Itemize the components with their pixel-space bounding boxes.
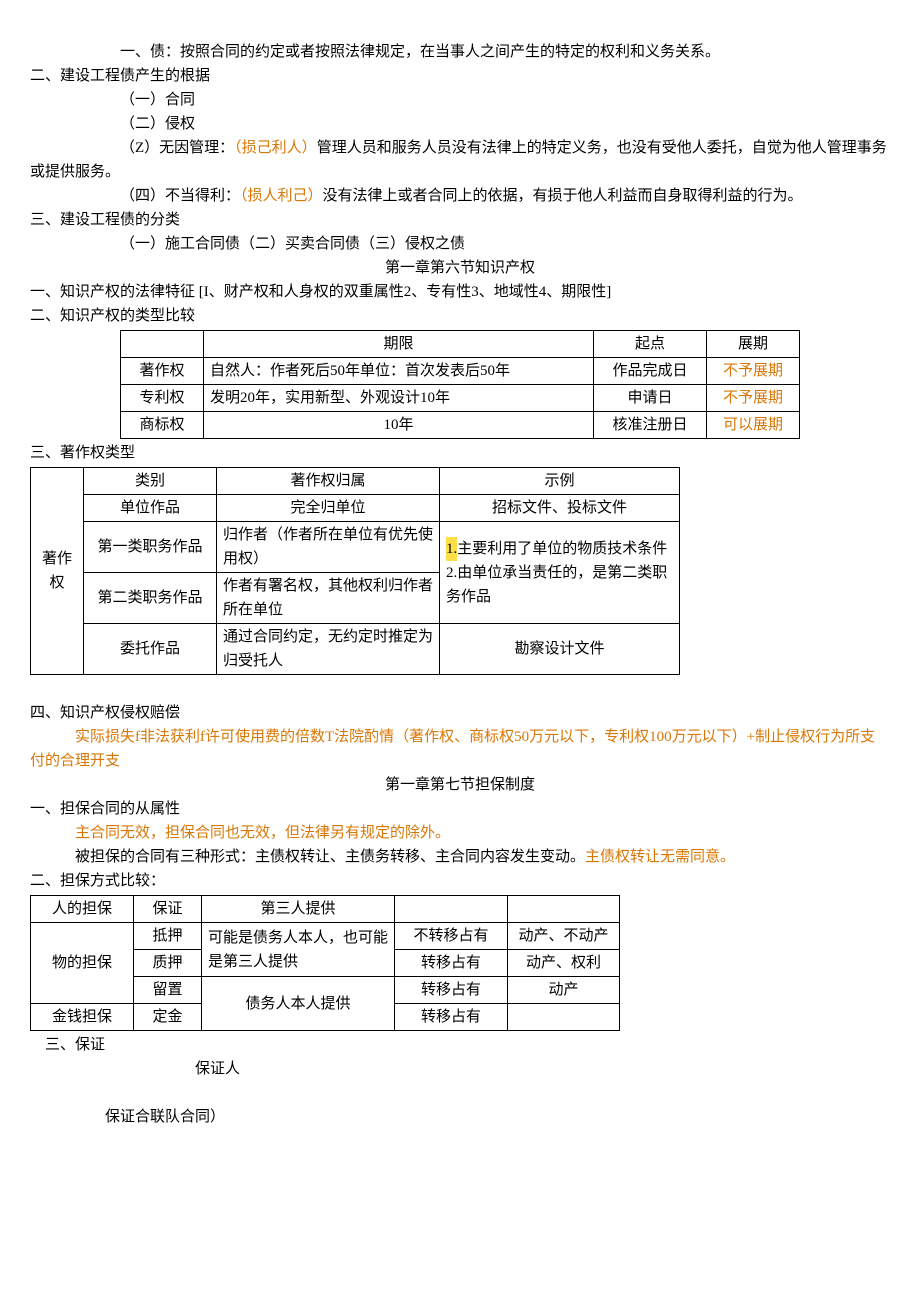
cell: 通过合同约定，无约定时推定为归受托人 xyxy=(217,624,440,675)
heading-ip-features: 一、知识产权的法律特征 [I、财产权和人身权的双重属性2、专有性3、地域性4、期… xyxy=(30,280,890,304)
heading-guarantee: 三、保证 xyxy=(30,1033,890,1057)
table-row: 单位作品 完全归单位 招标文件、投标文件 xyxy=(31,495,680,522)
cell-text: 2.由单位承当责任的，是第二类职务作品 xyxy=(446,565,667,605)
text-highlight: 主债权转让无需同意。 xyxy=(585,849,735,865)
cell: 抵押 xyxy=(134,923,202,950)
table-row: 著作权 自然人：作者死后50年单位：首次发表后50年 作品完成日 不予展期 xyxy=(121,358,800,385)
cell: 保证 xyxy=(134,896,202,923)
cell: 动产、不动产 xyxy=(508,923,620,950)
cell: 第二类职务作品 xyxy=(84,573,217,624)
label-voluntary: （Z）无因管理： xyxy=(120,140,234,156)
cell: 发明20年，实用新型、外观设计10年 xyxy=(204,385,594,412)
cell: 勘察设计文件 xyxy=(440,624,680,675)
cell: 招标文件、投标文件 xyxy=(440,495,680,522)
cell: 商标权 xyxy=(121,412,204,439)
label-unjust: （四）不当得利： xyxy=(120,188,240,204)
cell-header: 类别 xyxy=(84,468,217,495)
cell: 第三人提供 xyxy=(202,896,395,923)
cell: 10年 xyxy=(204,412,594,439)
cell-header-start: 起点 xyxy=(594,331,707,358)
cell: 物的担保 xyxy=(31,923,134,1004)
item-tort: （二）侵权 xyxy=(30,112,890,136)
heading-ip-compensation: 四、知识产权侵权赔偿 xyxy=(30,701,890,725)
cell: 动产、权利 xyxy=(508,950,620,977)
heading-debt-basis: 二、建设工程债产生的根据 xyxy=(30,64,890,88)
label-guarantee-contract: 保证合联队合同） xyxy=(30,1105,890,1129)
heading-debt-category: 三、建设工程债的分类 xyxy=(30,208,890,232)
section-title-guarantee: 第一章第七节担保制度 xyxy=(30,773,890,797)
cell: 作品完成日 xyxy=(594,358,707,385)
cell-text: 主要利用了单位的物质技术条件 xyxy=(457,541,667,557)
cell: 专利权 xyxy=(121,385,204,412)
cell: 单位作品 xyxy=(84,495,217,522)
cell: 著作权 xyxy=(121,358,204,385)
table-row: 物的担保 抵押 可能是债务人本人，也可能是第三人提供 不转移占有 动产、不动产 xyxy=(31,923,620,950)
item-debt-categories: （一）施工合同债（二）买卖合同债（三）侵权之债 xyxy=(30,232,890,256)
para-guarantee-forms: 被担保的合同有三种形式：主债权转让、主债务转移、主合同内容发生变动。主债权转让无… xyxy=(30,845,890,869)
cell: 可能是债务人本人，也可能是第三人提供 xyxy=(202,923,395,977)
cell: 1.主要利用了单位的物质技术条件 2.由单位承当责任的，是第二类职务作品 xyxy=(440,522,680,624)
cell: 第一类职务作品 xyxy=(84,522,217,573)
highlight-number-icon: 1. xyxy=(446,537,457,561)
cell: 留置 xyxy=(134,977,202,1004)
cell-header: 示例 xyxy=(440,468,680,495)
table-ip-types: 期限 起点 展期 著作权 自然人：作者死后50年单位：首次发表后50年 作品完成… xyxy=(120,330,800,439)
cell: 申请日 xyxy=(594,385,707,412)
note-unjust: （损人利己） xyxy=(240,188,323,204)
table-row: 人的担保 保证 第三人提供 xyxy=(31,896,620,923)
para-debt-definition: 一、债：按照合同的约定或者按照法律规定，在当事人之间产生的特定的权利和义务关系。 xyxy=(30,40,890,64)
heading-guarantee-compare: 二、担保方式比较： xyxy=(30,869,890,893)
cell: 自然人：作者死后50年单位：首次发表后50年 xyxy=(204,358,594,385)
cell: 作者有署名权，其他权利归作者所在单位 xyxy=(217,573,440,624)
section-title-ip: 第一章第六节知识产权 xyxy=(30,256,890,280)
cell-header: 著作权归属 xyxy=(217,468,440,495)
cell-header-renew: 展期 xyxy=(707,331,800,358)
cell xyxy=(508,1004,620,1031)
cell: 债务人本人提供 xyxy=(202,977,395,1031)
cell: 转移占有 xyxy=(395,950,508,977)
heading-guarantee-subordination: 一、担保合同的从属性 xyxy=(30,797,890,821)
cell-header-term: 期限 xyxy=(204,331,594,358)
item-voluntary-service: （Z）无因管理：（损己利人）管理人员和服务人员没有法律上的特定义务，也没有受他人… xyxy=(30,136,890,184)
label-guarantor: 保证人 xyxy=(30,1057,890,1081)
item-contract: （一）合同 xyxy=(30,88,890,112)
cell: 归作者（作者所在单位有优先使用权） xyxy=(217,522,440,573)
text: 被担保的合同有三种形式：主债权转让、主债务转移、主合同内容发生变动。 xyxy=(75,849,585,865)
table-row: 专利权 发明20年，实用新型、外观设计10年 申请日 不予展期 xyxy=(121,385,800,412)
table-row: 商标权 10年 核准注册日 可以展期 xyxy=(121,412,800,439)
cell: 转移占有 xyxy=(395,977,508,1004)
table-row: 第一类职务作品 归作者（作者所在单位有优先使用权） 1.主要利用了单位的物质技术… xyxy=(31,522,680,573)
cell: 不予展期 xyxy=(707,358,800,385)
item-unjust-enrichment: （四）不当得利：（损人利己）没有法律上或者合同上的依据，有损于他人利益而自身取得… xyxy=(30,184,890,208)
desc-unjust: 没有法律上或者合同上的依据，有损于他人利益而自身取得利益的行为。 xyxy=(323,188,803,204)
cell: 完全归单位 xyxy=(217,495,440,522)
cell-blank xyxy=(121,331,204,358)
cell: 质押 xyxy=(134,950,202,977)
table-guarantee-types: 人的担保 保证 第三人提供 物的担保 抵押 可能是债务人本人，也可能是第三人提供… xyxy=(30,895,620,1031)
table-copyright-types: 著作权 类别 著作权归属 示例 单位作品 完全归单位 招标文件、投标文件 第一类… xyxy=(30,467,680,675)
cell xyxy=(395,896,508,923)
table-row: 著作权 类别 著作权归属 示例 xyxy=(31,468,680,495)
cell: 人的担保 xyxy=(31,896,134,923)
cell: 不转移占有 xyxy=(395,923,508,950)
heading-copyright-types: 三、著作权类型 xyxy=(30,441,890,465)
cell: 动产 xyxy=(508,977,620,1004)
cell: 金钱担保 xyxy=(31,1004,134,1031)
note-voluntary: （损己利人） xyxy=(234,140,317,156)
cell xyxy=(508,896,620,923)
para-compensation-formula: 实际损失f非法获利f许可使用费的倍数T法院酌情（著作权、商标权50万元以下，专利… xyxy=(30,725,890,773)
table-row: 期限 起点 展期 xyxy=(121,331,800,358)
heading-ip-types: 二、知识产权的类型比较 xyxy=(30,304,890,328)
para-main-contract-invalid: 主合同无效，担保合同也无效，但法律另有规定的除外。 xyxy=(30,821,890,845)
cell: 可以展期 xyxy=(707,412,800,439)
table-row: 委托作品 通过合同约定，无约定时推定为归受托人 勘察设计文件 xyxy=(31,624,680,675)
cell-side-label: 著作权 xyxy=(31,468,84,675)
cell: 核准注册日 xyxy=(594,412,707,439)
cell: 定金 xyxy=(134,1004,202,1031)
cell: 不予展期 xyxy=(707,385,800,412)
cell: 委托作品 xyxy=(84,624,217,675)
cell: 转移占有 xyxy=(395,1004,508,1031)
